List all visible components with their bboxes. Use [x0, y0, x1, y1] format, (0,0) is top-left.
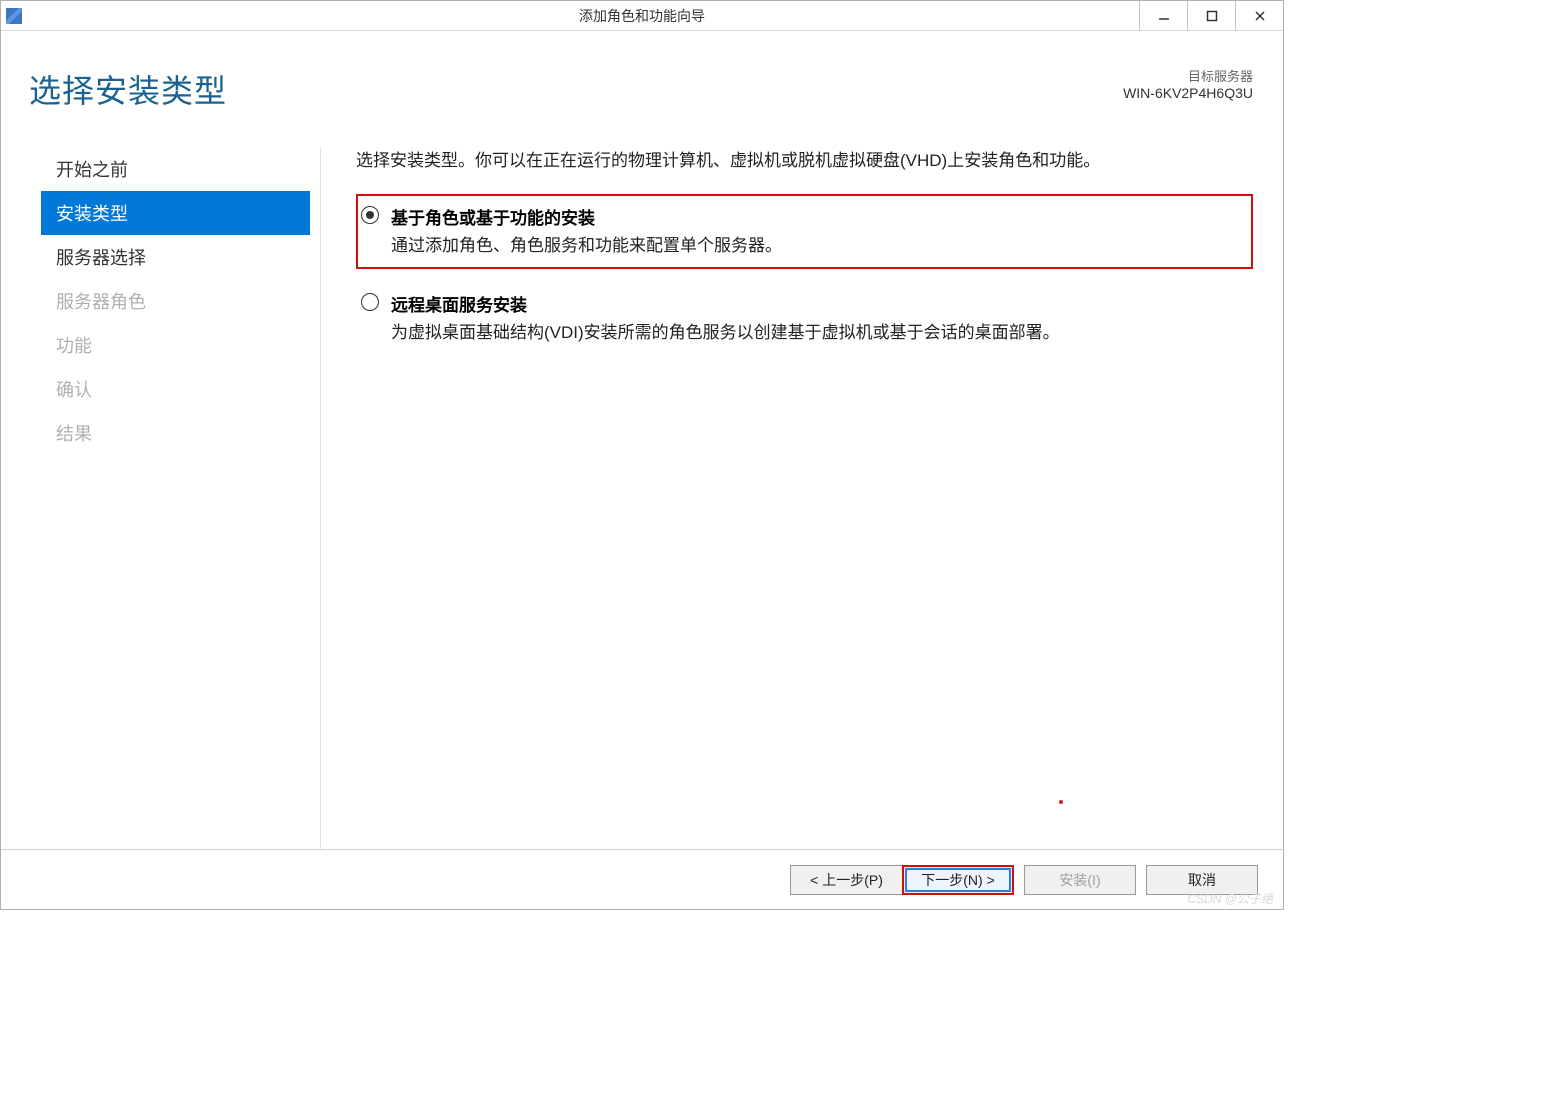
target-server-name: WIN-6KV2P4H6Q3U [1123, 85, 1253, 101]
window-title: 添加角色和功能向导 [579, 6, 705, 26]
instruction-text: 选择安装类型。你可以在正在运行的物理计算机、虚拟机或脱机虚拟硬盘(VHD)上安装… [356, 147, 1253, 174]
titlebar: 添加角色和功能向导 [1, 1, 1283, 31]
option-title: 基于角色或基于功能的安装 [391, 204, 1248, 229]
option-role-based-install[interactable]: 基于角色或基于功能的安装 通过添加角色、角色服务和功能来配置单个服务器。 [356, 194, 1253, 269]
option-title: 远程桌面服务安装 [391, 291, 1248, 316]
footer-bar: < 上一步(P) 下一步(N) > 安装(I) 取消 [1, 849, 1283, 909]
header-section: 选择安装类型 目标服务器 WIN-6KV2P4H6Q3U [1, 31, 1283, 132]
sidebar-item-server-selection[interactable]: 服务器选择 [41, 235, 310, 279]
close-button[interactable] [1235, 1, 1283, 31]
nav-button-pair: < 上一步(P) 下一步(N) > [790, 865, 1014, 895]
option-desc: 为虚拟桌面基础结构(VDI)安装所需的角色服务以创建基于虚拟机或基于会话的桌面部… [391, 320, 1248, 346]
app-icon [6, 8, 22, 24]
sidebar-item-before-you-begin[interactable]: 开始之前 [41, 147, 310, 191]
previous-button[interactable]: < 上一步(P) [790, 865, 902, 895]
wizard-window: 添加角色和功能向导 选择安装类型 目标服务器 WIN-6KV2P4H6Q3U 开… [0, 0, 1284, 910]
radio-role-based[interactable] [361, 206, 379, 224]
content-area: 选择安装类型 目标服务器 WIN-6KV2P4H6Q3U 开始之前 安装类型 服… [1, 31, 1283, 849]
target-label: 目标服务器 [1123, 66, 1253, 85]
watermark: CSDN @公子绝 [1187, 890, 1273, 907]
annotation-dot [1059, 800, 1063, 804]
target-info: 目标服务器 WIN-6KV2P4H6Q3U [1123, 66, 1253, 101]
main-panel: 选择安装类型。你可以在正在运行的物理计算机、虚拟机或脱机虚拟硬盘(VHD)上安装… [321, 147, 1283, 849]
install-button: 安装(I) [1024, 865, 1136, 895]
minimize-button[interactable] [1139, 1, 1187, 31]
window-controls [1139, 1, 1283, 30]
option-desc: 通过添加角色、角色服务和功能来配置单个服务器。 [391, 233, 1248, 259]
maximize-button[interactable] [1187, 1, 1235, 31]
option-remote-desktop-install[interactable]: 远程桌面服务安装 为虚拟桌面基础结构(VDI)安装所需的角色服务以创建基于虚拟机… [356, 281, 1253, 356]
sidebar-item-results: 结果 [41, 411, 310, 455]
wizard-steps-sidebar: 开始之前 安装类型 服务器选择 服务器角色 功能 确认 结果 [1, 147, 321, 849]
sidebar-item-installation-type[interactable]: 安装类型 [41, 191, 310, 235]
body-section: 开始之前 安装类型 服务器选择 服务器角色 功能 确认 结果 选择安装类型。你可… [1, 132, 1283, 849]
sidebar-item-features: 功能 [41, 323, 310, 367]
radio-remote-desktop[interactable] [361, 293, 379, 311]
page-title: 选择安装类型 [29, 66, 227, 112]
next-button[interactable]: 下一步(N) > [902, 865, 1014, 895]
sidebar-item-confirmation: 确认 [41, 367, 310, 411]
sidebar-item-server-roles: 服务器角色 [41, 279, 310, 323]
